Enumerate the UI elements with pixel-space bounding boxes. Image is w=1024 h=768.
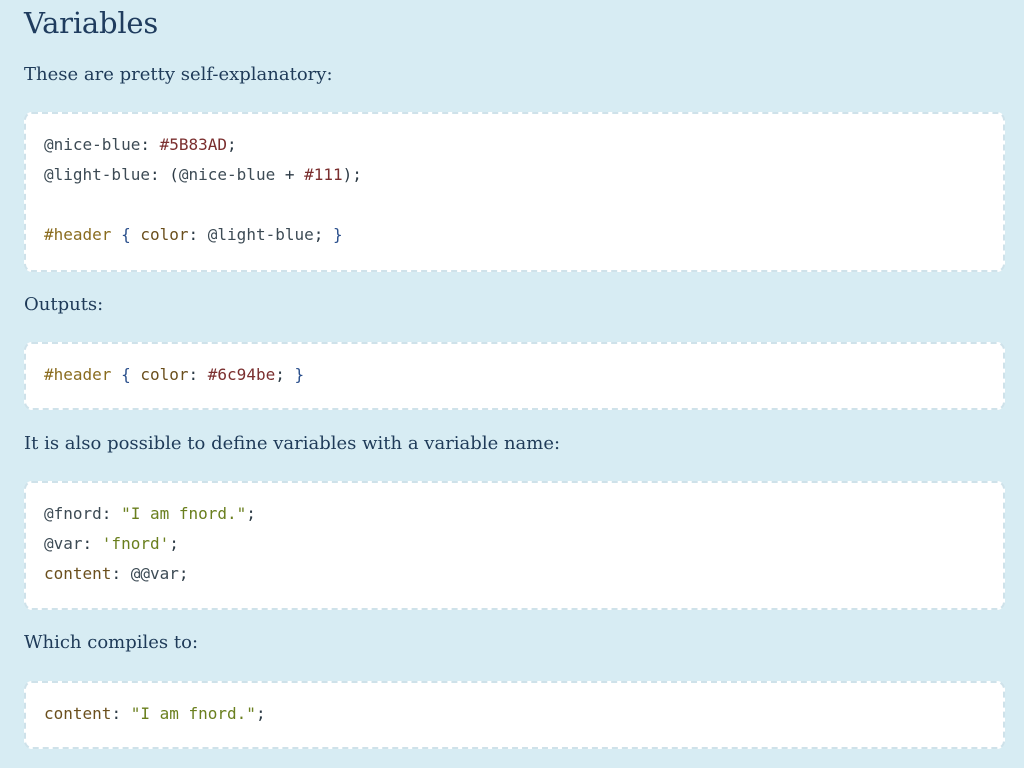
code-token-op: + <box>275 165 305 184</box>
section-4-text: Which compiles to: <box>24 632 199 653</box>
code-line: @light-blue: (@nice-blue + #111); <box>44 160 985 190</box>
code-token-punc: ; <box>246 504 256 523</box>
code-token-punc: : <box>82 534 102 553</box>
code-line: @nice-blue: #5B83AD; <box>44 130 985 160</box>
code-line: @fnord: "I am fnord."; <box>44 499 985 529</box>
code-token-var: @var <box>44 534 83 553</box>
code-token-str: 'fnord' <box>101 534 170 553</box>
code-block-output[interactable]: #header { color: #6c94be; } <box>24 342 1005 410</box>
code-token-str: "I am fnord." <box>130 704 256 723</box>
code-token-brace: { <box>111 365 141 384</box>
code-token-prop: content <box>44 564 112 583</box>
documentation-page: Variables These are pretty self-explanat… <box>0 0 1024 768</box>
code-token-punc: ; <box>275 365 295 384</box>
section-2-text: Outputs: <box>24 294 104 315</box>
code-token-sel: #header <box>44 365 112 384</box>
code-token-hex: #111 <box>304 165 343 184</box>
code-block-variable-name[interactable]: @fnord: "I am fnord."; @var: 'fnord'; cont… <box>24 481 1005 610</box>
code-token-punc: : <box>111 704 131 723</box>
code-token-prop: color <box>140 225 189 244</box>
code-block-compiled[interactable]: content: "I am fnord."; <box>24 681 1005 749</box>
code-token-punc: : <box>101 504 122 523</box>
code-token-var: @light-blue <box>207 225 314 244</box>
code-token-punc: : <box>188 225 208 244</box>
code-block-variables[interactable]: @nice-blue: #5B83AD; @light-blue: (@nice-… <box>24 112 1005 272</box>
code-token-punc: : <box>140 135 160 154</box>
code-token-hex: #6c94be <box>207 365 276 384</box>
code-line: content: @@var; <box>44 559 985 589</box>
code-token-sel: #header <box>44 225 112 244</box>
code-token-var: @fnord <box>44 504 102 523</box>
code-token-punc: ; <box>227 135 237 154</box>
code-token-brace: { <box>111 225 141 244</box>
section-1-text: These are pretty self-explanatory: <box>24 64 333 85</box>
code-token-brace: } <box>333 225 343 244</box>
code-token-prop: color <box>140 365 189 384</box>
code-token-punc: ; <box>313 225 334 244</box>
code-token-str: "I am fnord." <box>121 504 247 523</box>
code-line: @var: 'fnord'; <box>44 529 985 559</box>
code-token-punc: : ( <box>149 165 179 184</box>
code-line: #header { color: #6c94be; } <box>44 360 985 390</box>
code-token-punc: ; <box>178 564 189 583</box>
code-token-var: @nice-blue <box>178 165 276 184</box>
code-token-punc: ; <box>169 534 179 553</box>
code-token-var: @light-blue <box>44 165 150 184</box>
code-token-punc: ; <box>255 704 266 723</box>
code-token-prop: content <box>44 704 112 723</box>
section-3-text: It is also possible to define variables … <box>24 433 561 454</box>
code-token-brace: } <box>294 365 305 384</box>
code-line: content: "I am fnord."; <box>44 699 985 729</box>
code-token-punc: : <box>188 365 208 384</box>
code-token-var: @nice-blue <box>44 135 141 154</box>
page-title: Variables <box>24 6 159 40</box>
code-token-hex: #5B83AD <box>159 135 228 154</box>
code-token-punc: : <box>111 564 131 583</box>
code-line: #header { color: @light-blue; } <box>44 220 985 250</box>
code-token-var: @@var <box>130 564 179 583</box>
code-token-punc: ); <box>342 165 362 184</box>
